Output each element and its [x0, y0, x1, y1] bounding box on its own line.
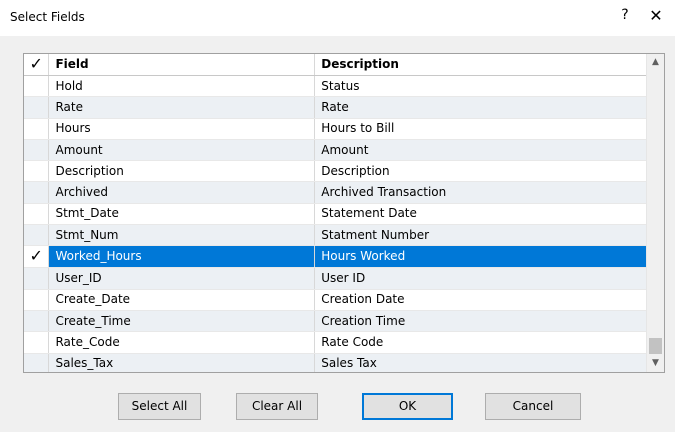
table-row[interactable]: User_ID User ID	[24, 267, 647, 290]
table-row[interactable]: Create_Date Creation Date	[24, 289, 647, 311]
description-cell: Sales Tax	[314, 353, 647, 372]
scroll-down-icon[interactable]: ▼	[647, 355, 664, 372]
table-row[interactable]: Rate_Code Rate Code	[24, 331, 647, 354]
table-row[interactable]: Sales_Tax Sales Tax	[24, 353, 647, 372]
header-row: ✓ Field Description	[24, 54, 647, 76]
row-checkbox[interactable]	[24, 96, 50, 119]
description-column-header[interactable]: Description	[314, 54, 647, 76]
description-cell: Rate Code	[314, 331, 647, 354]
select-all-button[interactable]: Select All	[118, 393, 201, 420]
field-cell: Rate	[48, 96, 316, 119]
checkmark-icon: ✓	[29, 54, 43, 73]
field-cell: Stmt_Num	[48, 224, 316, 247]
table-row[interactable]: Stmt_Date Statement Date	[24, 203, 647, 226]
clear-all-button[interactable]: Clear All	[236, 393, 318, 420]
table-row[interactable]: Amount Amount	[24, 139, 647, 162]
table-row[interactable]: Create_Time Creation Time	[24, 310, 647, 333]
row-checkbox[interactable]	[24, 267, 50, 290]
dialog-title: Select Fields	[10, 10, 85, 24]
field-cell: Rate_Code	[48, 331, 316, 354]
ok-button[interactable]: OK	[362, 393, 453, 420]
vertical-scrollbar[interactable]: ▲ ▼	[646, 54, 664, 372]
field-cell: Sales_Tax	[48, 353, 316, 372]
field-cell: Hold	[48, 75, 316, 98]
table-row[interactable]: Hold Status	[24, 75, 647, 98]
table-row[interactable]: Hours Hours to Bill	[24, 118, 647, 140]
row-checkbox[interactable]	[24, 331, 50, 354]
field-cell: Description	[48, 160, 316, 183]
table-row[interactable]: Archived Archived Transaction	[24, 181, 647, 204]
row-checkbox[interactable]	[24, 75, 50, 98]
description-cell: Rate	[314, 96, 647, 119]
field-cell: User_ID	[48, 267, 316, 290]
fields-table: ✓ Field Description Hold Status Rate Rate Ho…	[24, 54, 647, 372]
description-cell: Status	[314, 75, 647, 98]
row-checkbox[interactable]	[24, 224, 50, 247]
table-row[interactable]: Stmt_Num Statment Number	[24, 224, 647, 247]
row-checkbox[interactable]	[24, 203, 50, 226]
row-checkbox[interactable]	[24, 310, 50, 333]
table-row[interactable]: Rate Rate	[24, 96, 647, 119]
table-row[interactable]: Description Description	[24, 160, 647, 183]
description-cell: Hours Worked	[314, 245, 647, 269]
fields-grid: ✓ Field Description Hold Status Rate Rate Ho…	[23, 53, 665, 373]
row-checkbox[interactable]	[24, 353, 50, 372]
checkmark-icon: ✓	[29, 246, 43, 266]
field-cell: Amount	[48, 139, 316, 162]
field-cell: Create_Date	[48, 289, 316, 311]
description-cell: Statment Number	[314, 224, 647, 247]
field-column-header[interactable]: Field	[48, 54, 316, 76]
row-checkbox[interactable]	[24, 118, 50, 140]
check-column-header[interactable]: ✓	[24, 54, 50, 76]
field-cell: Archived	[48, 181, 316, 204]
row-checkbox[interactable]	[24, 289, 50, 311]
field-cell: Create_Time	[48, 310, 316, 333]
row-checkbox[interactable]	[24, 181, 50, 204]
close-button[interactable]: ✕	[642, 6, 670, 25]
scroll-up-icon[interactable]: ▲	[647, 54, 664, 71]
description-cell: Description	[314, 160, 647, 183]
row-checkbox[interactable]	[24, 160, 50, 183]
help-button[interactable]: ?	[614, 7, 636, 23]
cancel-button[interactable]: Cancel	[485, 393, 581, 420]
description-cell: Archived Transaction	[314, 181, 647, 204]
description-cell: Statement Date	[314, 203, 647, 226]
description-cell: User ID	[314, 267, 647, 290]
row-checkbox[interactable]: ✓	[24, 245, 50, 269]
title-bar: Select Fields ? ✕	[0, 0, 675, 36]
field-cell: Worked_Hours	[48, 245, 316, 269]
row-checkbox[interactable]	[24, 139, 50, 162]
field-cell: Hours	[48, 118, 316, 140]
scroll-thumb[interactable]	[649, 338, 662, 354]
description-cell: Hours to Bill	[314, 118, 647, 140]
field-cell: Stmt_Date	[48, 203, 316, 226]
description-cell: Creation Date	[314, 289, 647, 311]
description-cell: Amount	[314, 139, 647, 162]
table-row[interactable]: ✓ Worked_Hours Hours Worked	[24, 245, 647, 269]
description-cell: Creation Time	[314, 310, 647, 333]
